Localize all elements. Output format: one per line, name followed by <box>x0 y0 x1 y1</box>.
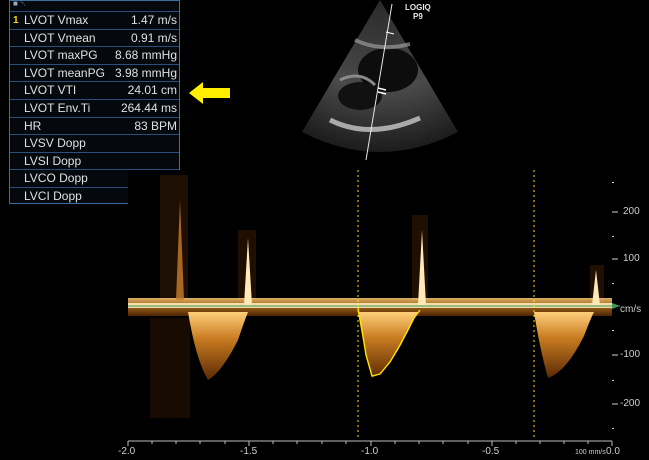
velocity-tick: -200 <box>620 398 641 409</box>
time-tick: -1.5 <box>240 446 258 457</box>
velocity-tick: 100 <box>623 253 640 264</box>
velocity-tick: -100 <box>620 349 641 360</box>
ultrasound-screen: ■ ␡ 1 LVOT Vmax 1.47 m/s LVOT Vmean 0.91 m/s… <box>0 0 649 460</box>
doppler-spectrum <box>127 170 620 446</box>
velocity-unit: cm/s <box>620 304 642 315</box>
time-tick: -2.0 <box>118 446 136 457</box>
baseline-marker-icon <box>612 303 620 309</box>
time-tick: -1.0 <box>361 446 379 457</box>
time-tick: -0.5 <box>482 446 500 457</box>
time-tick: 0.0 <box>606 446 620 457</box>
velocity-tick: 200 <box>623 206 640 217</box>
sweep-speed: 100 mm/s <box>575 449 606 456</box>
